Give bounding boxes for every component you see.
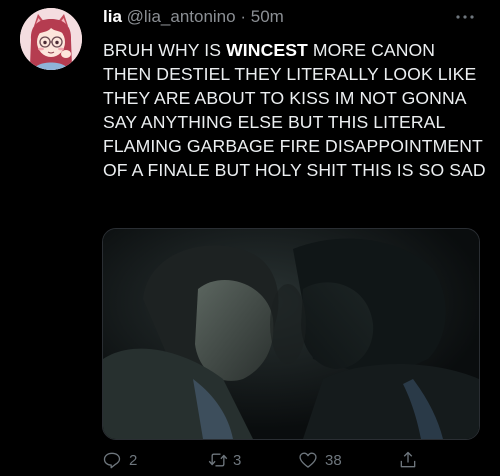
reply-icon [103, 452, 121, 469]
media-still-image [103, 229, 479, 439]
retweet-icon [208, 453, 228, 467]
display-name[interactable]: lia [103, 7, 122, 26]
share-icon [400, 451, 416, 468]
like-count: 38 [325, 451, 342, 469]
user-handle[interactable]: @lia_antonino [127, 7, 236, 26]
heart-icon [299, 452, 317, 468]
tweet-text-part: BRUH WHY IS [103, 40, 227, 60]
tweet-media-image[interactable] [102, 228, 480, 440]
reply-button[interactable]: 2 [102, 448, 137, 472]
avatar-illustration [20, 8, 82, 70]
like-button[interactable]: 38 [298, 448, 342, 472]
tweet[interactable]: lia @lia_antonino · 50m BRUH WHY IS WINC… [0, 0, 500, 476]
retweet-button[interactable]: 3 [207, 448, 241, 472]
tweet-header: lia @lia_antonino · 50m [103, 6, 284, 28]
separator-dot: · [240, 7, 246, 26]
tweet-text-part: MORE CANON THEN DESTIEL THEY LITERALLY L… [103, 40, 486, 181]
more-horizontal-icon[interactable] [454, 10, 476, 24]
tweet-text-emphasis: WINCEST [226, 40, 308, 60]
tweet-text: BRUH WHY IS WINCEST MORE CANON THEN DEST… [103, 38, 488, 183]
tweet-actions: 2 3 38 [102, 448, 482, 472]
timestamp[interactable]: 50m [251, 7, 284, 26]
avatar[interactable] [20, 8, 82, 70]
share-button[interactable] [398, 448, 418, 472]
retweet-count: 3 [233, 451, 242, 469]
reply-count: 2 [129, 451, 138, 469]
